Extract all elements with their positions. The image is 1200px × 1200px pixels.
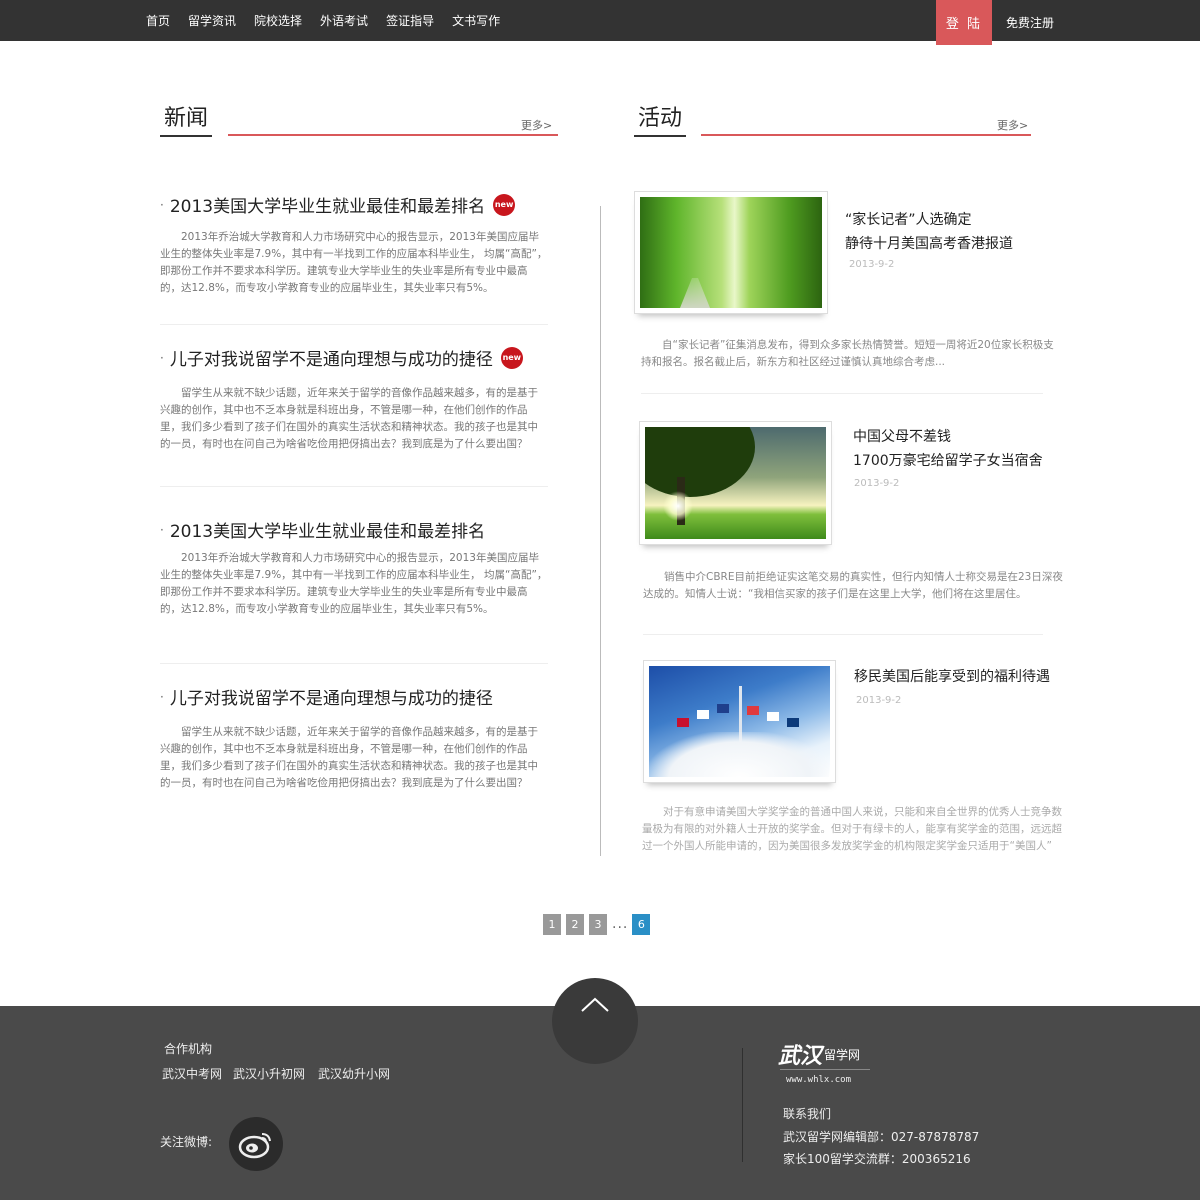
pagination-ellipsis: ... bbox=[612, 916, 629, 932]
activity-summary: 自“家长记者”征集消息发布，得到众多家长热情赞誉。短短一周将近20位家长积极支持… bbox=[641, 339, 1054, 368]
activity-date: 2013-9-2 bbox=[849, 259, 895, 270]
activity-summary: 对于有意申请美国大学奖学金的普通中国人来说，只能和来自全世界的优秀人士竞争数量极… bbox=[642, 806, 1062, 852]
page-button-3[interactable]: 3 bbox=[589, 914, 607, 935]
activity-image[interactable] bbox=[643, 660, 836, 783]
activities-section-header: 活动 更多> bbox=[634, 103, 1034, 143]
news-divider bbox=[160, 486, 548, 487]
contact-group: 家长100留学交流群：200365216 bbox=[783, 1152, 971, 1166]
news-item-summary: 2013年乔治城大学教育和人力市场研究中心的报告显示，2013年美国应届毕业生的… bbox=[160, 231, 548, 294]
news-item-title-text: 儿子对我说留学不是通向理想与成功的捷径 bbox=[169, 689, 493, 709]
nav-document-writing[interactable]: 文书写作 bbox=[452, 12, 500, 29]
bullet-icon: · bbox=[160, 522, 164, 537]
news-item-summary: 留学生从来就不缺少话题，近年来关于留学的音像作品越来越多，有的是基于兴趣的创作，… bbox=[160, 726, 538, 789]
bamboo-forest-image bbox=[640, 197, 822, 308]
activity-image[interactable] bbox=[634, 191, 828, 314]
flags-sky-image bbox=[649, 666, 830, 777]
activity-date: 2013-9-2 bbox=[854, 478, 900, 489]
page-button-2[interactable]: 2 bbox=[566, 914, 584, 935]
news-item-summary: 留学生从来就不缺少话题，近年来关于留学的音像作品越来越多，有的是基于兴趣的创作，… bbox=[160, 387, 538, 450]
news-item: · 儿子对我说留学不是通向理想与成功的捷径 new 留学生从来就不缺少话题，近年… bbox=[160, 345, 548, 453]
news-item-title[interactable]: · 2013美国大学毕业生就业最佳和最差排名 bbox=[160, 517, 548, 542]
activity-title[interactable]: 移民美国后能享受到的福利待遇 bbox=[854, 665, 1050, 689]
news-more-link[interactable]: 更多> bbox=[521, 117, 552, 133]
news-item-title[interactable]: · 2013美国大学毕业生就业最佳和最差排名 new bbox=[160, 192, 548, 217]
news-item-title[interactable]: · 儿子对我说留学不是通向理想与成功的捷径 new bbox=[160, 345, 548, 370]
activity-title[interactable]: “家长记者”人选确定 静待十月美国高考香港报道 bbox=[845, 208, 1013, 256]
activity-title-line: 1700万豪宅给留学子女当宿舍 bbox=[853, 453, 1043, 469]
news-item-title-text: 2013美国大学毕业生就业最佳和最差排名 bbox=[169, 522, 486, 542]
nav-home[interactable]: 首页 bbox=[146, 12, 170, 29]
news-item-title-text: 儿子对我说留学不是通向理想与成功的捷径 bbox=[169, 350, 493, 370]
news-divider bbox=[160, 324, 548, 325]
activity-title-line: 移民美国后能享受到的福利待遇 bbox=[854, 669, 1050, 685]
news-item: · 儿子对我说留学不是通向理想与成功的捷径 留学生从来就不缺少话题，近年来关于留… bbox=[160, 684, 548, 792]
site-logo: 武汉 bbox=[778, 1043, 823, 1069]
news-divider bbox=[160, 663, 548, 664]
main-nav: 首页 留学资讯 院校选择 外语考试 签证指导 文书写作 bbox=[146, 0, 518, 41]
news-item-summary: 2013年乔治城大学教育和人力市场研究中心的报告显示，2013年美国应届毕业生的… bbox=[160, 552, 548, 615]
weibo-button[interactable] bbox=[229, 1117, 283, 1171]
activity-title-line: “家长记者”人选确定 bbox=[845, 212, 972, 228]
nav-visa-guide[interactable]: 签证指导 bbox=[386, 12, 434, 29]
chevron-up-icon bbox=[581, 997, 609, 1012]
partner-link[interactable]: 武汉幼升小网 bbox=[318, 1065, 390, 1082]
activity-date: 2013-9-2 bbox=[856, 695, 902, 706]
activities-section-title: 活动 bbox=[634, 103, 687, 137]
pagination: 1 2 3 ... 6 bbox=[543, 914, 655, 935]
contact-editorial: 武汉留学网编辑部：027-87878787 bbox=[783, 1130, 980, 1144]
activity-title-line: 中国父母不差钱 bbox=[853, 429, 951, 445]
partners-label: 合作机构 bbox=[164, 1042, 213, 1056]
news-heading-rule bbox=[228, 134, 558, 136]
activity-image[interactable] bbox=[639, 421, 832, 545]
activity-title[interactable]: 中国父母不差钱 1700万豪宅给留学子女当宿舍 bbox=[853, 425, 1043, 473]
column-divider bbox=[600, 206, 601, 856]
new-badge-icon: new bbox=[493, 193, 516, 216]
page-button-current[interactable]: 6 bbox=[632, 914, 651, 935]
bullet-icon: · bbox=[160, 350, 164, 365]
news-section-header: 新闻 更多> bbox=[160, 103, 560, 143]
tree-sunset-image bbox=[645, 427, 826, 539]
bullet-icon: · bbox=[160, 689, 164, 704]
login-button[interactable]: 登 陆 bbox=[936, 0, 992, 45]
nav-language-test[interactable]: 外语考试 bbox=[320, 12, 368, 29]
contact-label: 联系我们 bbox=[783, 1107, 832, 1121]
follow-weibo-label: 关注微博: bbox=[160, 1135, 213, 1149]
activity-summary: 销售中介CBRE目前拒绝证实这笔交易的真实性，但行内知情人士称交易是在23日深夜… bbox=[643, 571, 1063, 600]
footer-divider bbox=[742, 1048, 743, 1162]
activity-divider bbox=[641, 393, 1043, 394]
news-item: · 2013美国大学毕业生就业最佳和最差排名 new 2013年乔治城大学教育和… bbox=[160, 192, 548, 297]
new-badge-icon: new bbox=[500, 346, 523, 369]
back-to-top-button[interactable] bbox=[552, 978, 638, 1064]
page-button-1[interactable]: 1 bbox=[543, 914, 561, 935]
news-item-title[interactable]: · 儿子对我说留学不是通向理想与成功的捷径 bbox=[160, 684, 548, 709]
news-section-title: 新闻 bbox=[160, 103, 213, 137]
logo-rule bbox=[780, 1069, 870, 1070]
nav-study-news[interactable]: 留学资讯 bbox=[188, 12, 236, 29]
weibo-icon bbox=[238, 1133, 271, 1159]
news-item-title-text: 2013美国大学毕业生就业最佳和最差排名 bbox=[169, 197, 486, 217]
bullet-icon: · bbox=[160, 197, 164, 212]
partner-link[interactable]: 武汉小升初网 bbox=[233, 1065, 305, 1082]
activities-more-link[interactable]: 更多> bbox=[997, 117, 1028, 133]
activity-divider bbox=[643, 634, 1043, 635]
activity-title-line: 静待十月美国高考香港报道 bbox=[845, 236, 1013, 252]
nav-school-choice[interactable]: 院校选择 bbox=[254, 12, 302, 29]
register-link[interactable]: 免费注册 bbox=[1006, 0, 1054, 45]
site-url: www.whlx.com bbox=[786, 1075, 852, 1085]
news-item: · 2013美国大学毕业生就业最佳和最差排名 2013年乔治城大学教育和人力市场… bbox=[160, 517, 548, 618]
partner-link[interactable]: 武汉中考网 bbox=[162, 1065, 222, 1082]
site-logo-subtitle: 留学网 bbox=[824, 1048, 861, 1062]
activities-heading-rule bbox=[701, 134, 1031, 136]
